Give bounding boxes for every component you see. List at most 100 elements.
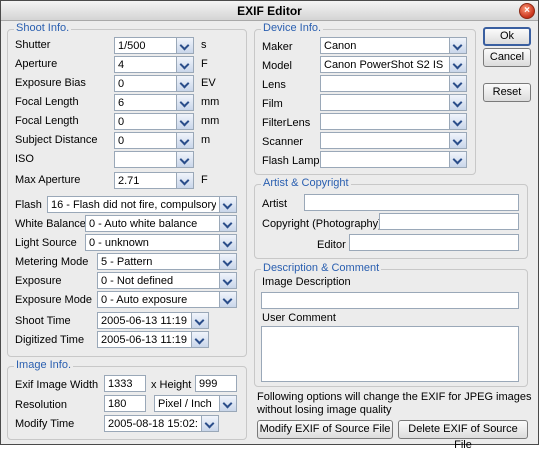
exposure-bias-value: 0 — [118, 78, 125, 90]
flash-lamp-select[interactable] — [320, 151, 467, 168]
digitized-time-value: 2005-06-13 11:19:37 — [101, 334, 188, 346]
resolution-unit-value: Pixel / Inch — [158, 398, 212, 410]
shoot-time-picker[interactable]: 2005-06-13 11:19:37 — [97, 312, 209, 329]
max-aperture-select[interactable]: 2.71 — [114, 172, 194, 189]
iso-select[interactable] — [114, 151, 194, 168]
light-source-select[interactable]: 0 - unknown — [85, 234, 237, 251]
chevron-down-icon[interactable] — [219, 254, 236, 269]
subject-distance-select[interactable]: 0 — [114, 132, 194, 149]
cancel-button[interactable]: Cancel — [483, 48, 531, 67]
exposure-mode-label: Exposure Mode — [15, 294, 93, 306]
digitized-time-picker[interactable]: 2005-06-13 11:19:37 — [97, 331, 209, 348]
exif-image-width-label: Exif Image Width — [15, 379, 99, 391]
flash-lamp-label: Flash Lamp — [262, 155, 320, 167]
chevron-down-icon[interactable] — [449, 76, 466, 91]
chevron-down-icon[interactable] — [176, 95, 193, 110]
chevron-down-icon[interactable] — [449, 152, 466, 167]
max-aperture-unit: F — [201, 174, 208, 186]
chevron-down-icon[interactable] — [449, 114, 466, 129]
chevron-down-icon[interactable] — [449, 133, 466, 148]
filter-lens-select[interactable] — [320, 113, 467, 130]
shutter-value: 1/500 — [118, 40, 146, 52]
footer-note: Following options will change the EXIF f… — [257, 391, 532, 416]
metering-mode-select[interactable]: 5 - Pattern — [97, 253, 237, 270]
flash-label: Flash — [15, 199, 42, 211]
exposure-select[interactable]: 0 - Not defined — [97, 272, 237, 289]
close-icon[interactable]: × — [519, 3, 535, 19]
chevron-down-icon[interactable] — [219, 273, 236, 288]
artist-input[interactable] — [304, 194, 519, 211]
image-height-input[interactable]: 999 — [195, 375, 237, 392]
scanner-select[interactable] — [320, 132, 467, 149]
chevron-down-icon[interactable] — [176, 57, 193, 72]
focal-length-select[interactable]: 6 — [114, 94, 194, 111]
modify-time-label: Modify Time — [15, 418, 75, 430]
chevron-down-icon[interactable] — [191, 313, 208, 328]
image-width-input[interactable]: 1333 — [104, 375, 146, 392]
focal-length-35-label: Focal Length — [15, 115, 79, 127]
white-balance-select[interactable]: 0 - Auto white balance — [85, 215, 237, 232]
ok-button[interactable]: Ok — [483, 27, 531, 46]
film-select[interactable] — [320, 94, 467, 111]
chevron-down-icon[interactable] — [176, 173, 193, 188]
description-comment-legend: Description & Comment — [261, 262, 382, 274]
chevron-down-icon[interactable] — [176, 133, 193, 148]
exposure-label: Exposure — [15, 275, 62, 287]
focal-length-label: Focal Length — [15, 96, 79, 108]
chevron-down-icon[interactable] — [219, 396, 236, 411]
modify-time-value: 2005-08-18 15:02:32 — [108, 418, 198, 430]
white-balance-label: White Balance — [15, 218, 86, 230]
image-description-input[interactable] — [261, 292, 519, 309]
image-width-value: 1333 — [108, 378, 133, 390]
exposure-mode-select[interactable]: 0 - Auto exposure — [97, 291, 237, 308]
chevron-down-icon[interactable] — [201, 416, 218, 431]
exposure-value: 0 - Not defined — [101, 275, 174, 287]
model-select[interactable]: Canon PowerShot S2 IS — [320, 56, 467, 73]
chevron-down-icon[interactable] — [219, 235, 236, 250]
subject-distance-label: Subject Distance — [15, 134, 98, 146]
flash-select[interactable]: 16 - Flash did not fire, compulsory flas… — [47, 196, 237, 213]
iso-label: ISO — [15, 153, 34, 165]
resolution-unit-select[interactable]: Pixel / Inch — [154, 395, 237, 412]
exposure-bias-select[interactable]: 0 — [114, 75, 194, 92]
reset-button[interactable]: Reset — [483, 83, 531, 102]
chevron-down-icon[interactable] — [219, 197, 236, 212]
user-comment-textarea[interactable] — [261, 326, 519, 382]
aperture-unit: F — [201, 58, 208, 70]
model-label: Model — [262, 60, 292, 72]
chevron-down-icon[interactable] — [176, 38, 193, 53]
chevron-down-icon[interactable] — [176, 152, 193, 167]
resolution-input[interactable]: 180 — [104, 395, 146, 412]
modify-source-button[interactable]: Modify EXIF of Source File — [257, 420, 393, 439]
scanner-label: Scanner — [262, 136, 303, 148]
editor-label: Editor — [317, 239, 346, 251]
chevron-down-icon[interactable] — [449, 57, 466, 72]
shoot-info-legend: Shoot Info. — [14, 22, 72, 34]
chevron-down-icon[interactable] — [449, 38, 466, 53]
focal-length-35-select[interactable]: 0 — [114, 113, 194, 130]
resolution-label: Resolution — [15, 399, 67, 411]
aperture-value: 4 — [118, 59, 125, 71]
chevron-down-icon[interactable] — [219, 292, 236, 307]
user-comment-label: User Comment — [262, 312, 336, 324]
subject-distance-unit: m — [201, 134, 211, 146]
chevron-down-icon[interactable] — [219, 216, 236, 231]
lens-select[interactable] — [320, 75, 467, 92]
shutter-select[interactable]: 1/500 — [114, 37, 194, 54]
maker-value: Canon — [324, 40, 357, 52]
delete-source-button[interactable]: Delete EXIF of Source File — [398, 420, 528, 451]
subject-distance-value: 0 — [118, 135, 125, 147]
editor-input[interactable] — [349, 234, 519, 251]
chevron-down-icon[interactable] — [449, 95, 466, 110]
maker-select[interactable]: Canon — [320, 37, 467, 54]
max-aperture-value: 2.71 — [118, 175, 140, 187]
chevron-down-icon[interactable] — [191, 332, 208, 347]
aperture-select[interactable]: 4 — [114, 56, 194, 73]
chevron-down-icon[interactable] — [176, 76, 193, 91]
white-balance-value: 0 - Auto white balance — [89, 218, 198, 230]
copyright-label: Copyright (Photography) — [262, 218, 382, 230]
copyright-input[interactable] — [379, 213, 519, 230]
chevron-down-icon[interactable] — [176, 114, 193, 129]
modify-time-picker[interactable]: 2005-08-18 15:02:32 — [104, 415, 219, 432]
exposure-bias-unit: EV — [201, 77, 216, 89]
